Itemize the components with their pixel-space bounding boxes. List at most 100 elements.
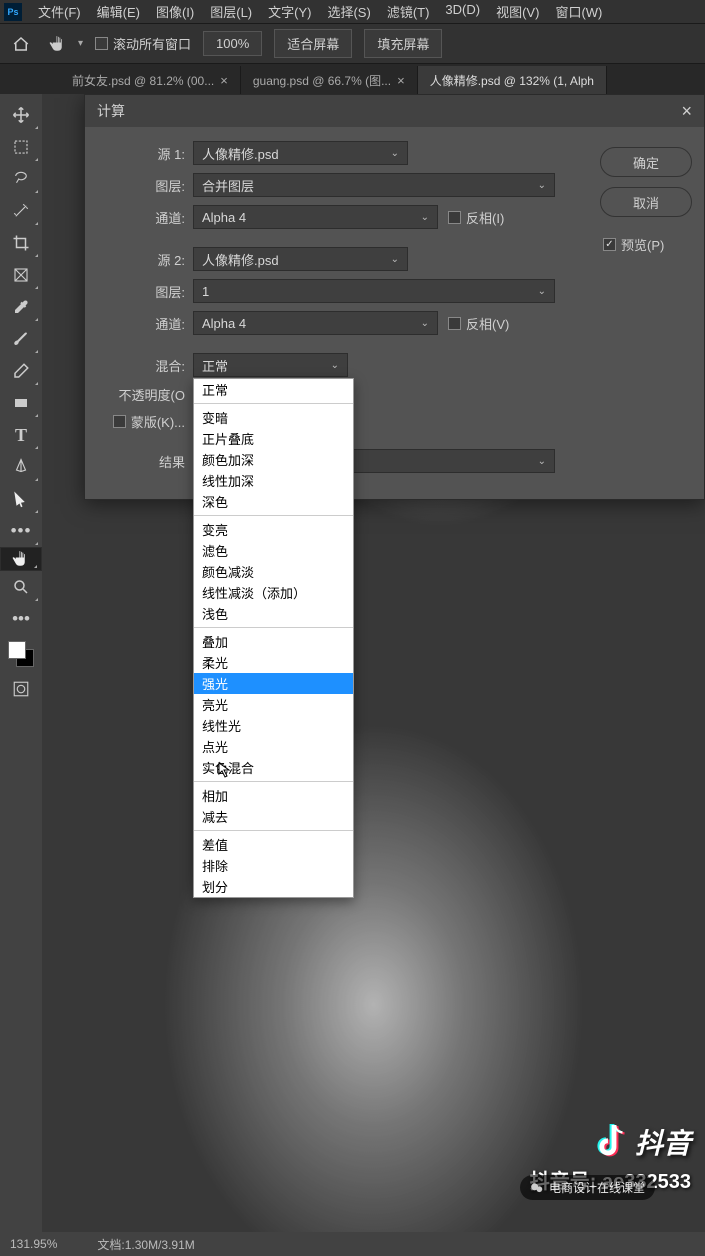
menu-item[interactable]: 编辑(E) bbox=[89, 0, 148, 23]
menu-item[interactable]: 视图(V) bbox=[488, 0, 547, 23]
rectangle-tool[interactable] bbox=[0, 387, 42, 419]
menu-item[interactable]: 滤镜(T) bbox=[379, 0, 438, 23]
mask-label: 蒙版(K)... bbox=[131, 412, 185, 431]
channel2-select[interactable]: Alpha 4⌄ bbox=[193, 311, 438, 335]
menu-item[interactable]: 文件(F) bbox=[30, 0, 89, 23]
lasso-tool[interactable] bbox=[0, 163, 42, 195]
blend-option[interactable]: 排除 bbox=[194, 855, 353, 876]
close-icon[interactable]: × bbox=[397, 73, 405, 88]
chevron-down-icon: ⌄ bbox=[538, 286, 546, 297]
blend-option[interactable]: 颜色加深 bbox=[194, 449, 353, 470]
fit-screen-button[interactable]: 适合屏幕 bbox=[274, 29, 352, 58]
menu-item[interactable]: 3D(D) bbox=[437, 0, 488, 23]
blend-option[interactable]: 滤色 bbox=[194, 540, 353, 561]
menu-item[interactable]: 窗口(W) bbox=[547, 0, 610, 23]
blend-label: 混合: bbox=[97, 356, 193, 375]
type-tool[interactable]: T bbox=[0, 419, 42, 451]
fill-screen-button[interactable]: 填充屏幕 bbox=[364, 29, 442, 58]
status-doc: 文档:1.30M/3.91M bbox=[97, 1236, 194, 1253]
channel1-select[interactable]: Alpha 4⌄ bbox=[193, 205, 438, 229]
wechat-watermark: 电商设计在线课堂 bbox=[520, 1175, 655, 1200]
blend-option[interactable]: 减去 bbox=[194, 806, 353, 827]
layer1-select[interactable]: 合并图层⌄ bbox=[193, 173, 555, 197]
invert2-label: 反相(V) bbox=[466, 314, 509, 333]
pen-tool[interactable] bbox=[0, 451, 42, 483]
douyin-watermark: 抖音 bbox=[599, 1122, 691, 1162]
status-bar: 131.95% 文档:1.30M/3.91M bbox=[0, 1232, 705, 1256]
blend-option[interactable]: 线性加深 bbox=[194, 470, 353, 491]
zoom-tool[interactable] bbox=[0, 571, 42, 603]
document-tab[interactable]: 前女友.psd @ 81.2% (00...× bbox=[60, 66, 241, 94]
layer2-label: 图层: bbox=[97, 282, 193, 301]
chevron-down-icon: ⌄ bbox=[391, 254, 399, 265]
chevron-down-icon: ⌄ bbox=[421, 318, 429, 329]
tool-arrow-icon: ▾ bbox=[78, 38, 83, 49]
blend-option[interactable]: 线性光 bbox=[194, 715, 353, 736]
menu-item[interactable]: 图像(I) bbox=[148, 0, 202, 23]
chevron-down-icon: ⌄ bbox=[331, 360, 339, 371]
menu-item[interactable]: 文字(Y) bbox=[260, 0, 319, 23]
canvas[interactable]: 计算 × 源 1: 人像精修.psd⌄ 图层: 合并图层⌄ 通道: Alpha … bbox=[42, 94, 705, 1232]
blend-select[interactable]: 正常⌄ 正常变暗正片叠底颜色加深线性加深深色变亮滤色颜色减淡线性减淡（添加）浅色… bbox=[193, 353, 348, 377]
chevron-down-icon: ⌄ bbox=[538, 456, 546, 467]
blend-option[interactable]: 浅色 bbox=[194, 603, 353, 624]
layer2-select[interactable]: 1⌄ bbox=[193, 279, 555, 303]
color-swatches[interactable] bbox=[0, 635, 42, 673]
mask-checkbox[interactable] bbox=[113, 415, 126, 428]
invert1-checkbox[interactable] bbox=[448, 211, 461, 224]
blend-option[interactable]: 亮光 bbox=[194, 694, 353, 715]
edit-toolbar[interactable]: ••• bbox=[0, 603, 42, 635]
ok-button[interactable]: 确定 bbox=[600, 147, 692, 177]
wand-tool[interactable] bbox=[0, 195, 42, 227]
blend-option[interactable]: 颜色减淡 bbox=[194, 561, 353, 582]
blend-option[interactable]: 差值 bbox=[194, 834, 353, 855]
blend-option[interactable]: 正片叠底 bbox=[194, 428, 353, 449]
status-zoom: 131.95% bbox=[10, 1237, 57, 1251]
dots-tool[interactable]: ••• bbox=[0, 515, 42, 547]
marquee-tool[interactable] bbox=[0, 131, 42, 163]
blend-option[interactable]: 划分 bbox=[194, 876, 353, 897]
zoom-percent-button[interactable]: 100% bbox=[203, 31, 262, 56]
invert2-checkbox[interactable] bbox=[448, 317, 461, 330]
scroll-all-label: 滚动所有窗口 bbox=[113, 34, 191, 53]
opacity-label: 不透明度(O bbox=[97, 385, 193, 404]
blend-option[interactable]: 变暗 bbox=[194, 407, 353, 428]
document-tabs: 前女友.psd @ 81.2% (00...×guang.psd @ 66.7%… bbox=[0, 64, 705, 94]
cancel-button[interactable]: 取消 bbox=[600, 187, 692, 217]
blend-option[interactable]: 相加 bbox=[194, 785, 353, 806]
document-tab[interactable]: guang.psd @ 66.7% (图...× bbox=[241, 66, 418, 94]
blend-option[interactable]: 线性减淡（添加） bbox=[194, 582, 353, 603]
quick-mask[interactable] bbox=[0, 673, 42, 705]
blend-option[interactable]: 柔光 bbox=[194, 652, 353, 673]
scroll-all-checkbox[interactable]: 滚动所有窗口 bbox=[95, 34, 191, 53]
source2-select[interactable]: 人像精修.psd⌄ bbox=[193, 247, 408, 271]
document-tab[interactable]: 人像精修.psd @ 132% (1, Alph bbox=[418, 66, 607, 94]
channel2-label: 通道: bbox=[97, 314, 193, 333]
hand-tool[interactable] bbox=[0, 547, 42, 571]
frame-tool[interactable] bbox=[0, 259, 42, 291]
blend-option[interactable]: 点光 bbox=[194, 736, 353, 757]
source1-select[interactable]: 人像精修.psd⌄ bbox=[193, 141, 408, 165]
close-icon[interactable]: × bbox=[681, 101, 692, 122]
preview-checkbox[interactable] bbox=[603, 238, 616, 251]
crop-tool[interactable] bbox=[0, 227, 42, 259]
move-tool[interactable] bbox=[0, 99, 42, 131]
eraser-tool[interactable] bbox=[0, 355, 42, 387]
brush-tool[interactable] bbox=[0, 323, 42, 355]
preview-label: 预览(P) bbox=[621, 235, 664, 254]
home-icon[interactable] bbox=[10, 33, 32, 55]
close-icon[interactable]: × bbox=[220, 73, 228, 88]
eyedropper-tool[interactable] bbox=[0, 291, 42, 323]
blend-option[interactable]: 深色 bbox=[194, 491, 353, 512]
blend-option[interactable]: 变亮 bbox=[194, 519, 353, 540]
blend-option[interactable]: 正常 bbox=[194, 379, 353, 400]
foreground-swatch[interactable] bbox=[8, 641, 26, 659]
blend-option[interactable]: 实色混合 bbox=[194, 757, 353, 778]
menu-item[interactable]: 图层(L) bbox=[202, 0, 260, 23]
app-logo: Ps bbox=[4, 3, 22, 21]
menu-item[interactable]: 选择(S) bbox=[319, 0, 378, 23]
blend-option[interactable]: 叠加 bbox=[194, 631, 353, 652]
blend-option[interactable]: 强光 bbox=[194, 673, 353, 694]
chevron-down-icon: ⌄ bbox=[421, 212, 429, 223]
path-tool[interactable] bbox=[0, 483, 42, 515]
